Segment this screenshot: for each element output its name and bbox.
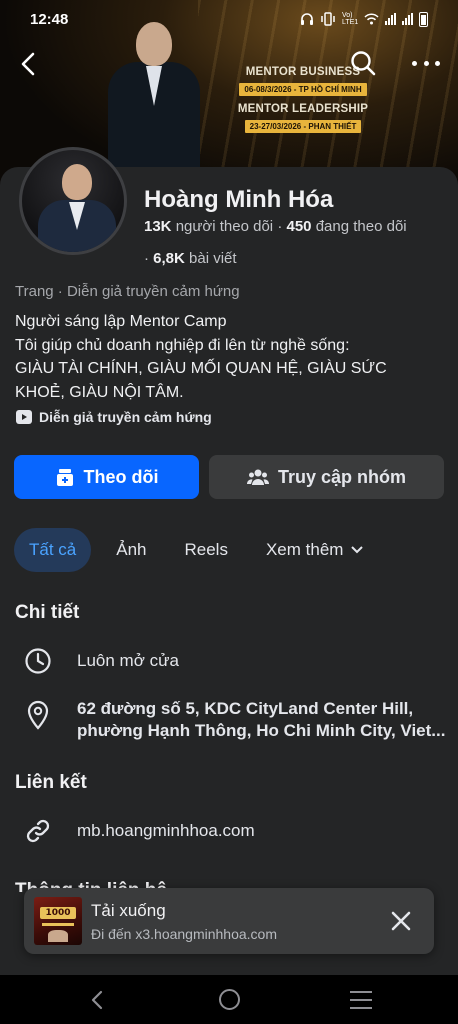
signal-icon bbox=[385, 13, 396, 25]
stats-separator: · bbox=[144, 250, 149, 267]
cover-event1-badge: 06-08/3/2026 - TP HỒ CHÍ MINH bbox=[239, 83, 367, 96]
posts-label: bài viết bbox=[189, 250, 237, 267]
status-time: 12:48 bbox=[30, 10, 69, 28]
download-toast[interactable]: 1000 Tải xuống Đi đến x3.hoangminhhoa.co… bbox=[24, 888, 434, 954]
posts-count: 6,8K bbox=[153, 250, 185, 267]
links-heading: Liên kết bbox=[15, 772, 87, 793]
address-line: phường Hạnh Thông, Ho Chi Minh City, Vie… bbox=[77, 721, 445, 740]
bio-line: GIÀU TÀI CHÍNH, GIÀU MỐI QUAN HỆ, GIÀU S… bbox=[15, 360, 387, 377]
follow-button-label: Theo dõi bbox=[83, 466, 159, 487]
profile-tabs: Tất cả Ảnh Reels Xem thêm bbox=[14, 528, 364, 572]
more-icon-dot bbox=[412, 60, 417, 66]
close-icon bbox=[391, 911, 411, 931]
back-button[interactable] bbox=[16, 50, 42, 78]
search-button[interactable] bbox=[350, 50, 376, 76]
stats-separator: · bbox=[277, 218, 283, 235]
profile-avatar[interactable] bbox=[19, 147, 127, 255]
close-button[interactable] bbox=[390, 910, 412, 932]
location-pin-icon bbox=[24, 700, 52, 730]
more-icon-dot bbox=[423, 60, 429, 66]
search-icon bbox=[351, 51, 376, 76]
follow-icon bbox=[56, 469, 73, 486]
wifi-icon bbox=[364, 13, 379, 25]
system-nav-bar bbox=[0, 975, 458, 1024]
download-thumbnail: 1000 bbox=[34, 897, 82, 945]
nav-home-button[interactable] bbox=[219, 989, 240, 1010]
chevron-down-icon bbox=[351, 546, 364, 554]
tab-all[interactable]: Tất cả bbox=[14, 528, 92, 572]
following-count[interactable]: 450 bbox=[287, 218, 312, 235]
clock-icon bbox=[24, 647, 52, 675]
visit-group-button[interactable]: Truy cập nhóm bbox=[209, 455, 444, 499]
visit-group-label: Truy cập nhóm bbox=[277, 466, 407, 487]
status-icons: Vo) LTE1 bbox=[300, 11, 428, 27]
address-line: 62 đường số 5, KDC CityLand Center Hill, bbox=[77, 699, 414, 718]
more-icon-dot bbox=[435, 60, 440, 66]
video-icon bbox=[16, 410, 32, 424]
toast-title: Tải xuống bbox=[91, 901, 166, 920]
back-icon bbox=[21, 52, 35, 76]
followers-count[interactable]: 13K bbox=[144, 218, 172, 235]
network-label: Vo) LTE1 bbox=[342, 12, 359, 26]
battery-icon bbox=[419, 11, 428, 27]
profile-bio: Người sáng lập Mentor Camp Tôi giúp chủ … bbox=[15, 310, 445, 404]
tab-reels[interactable]: Reels bbox=[185, 528, 228, 572]
cover-event2-badge: 23-27/03/2026 - PHAN THIẾT bbox=[244, 120, 362, 133]
following-label[interactable]: đang theo dõi bbox=[316, 218, 407, 235]
thumbnail-text: 1000 bbox=[40, 907, 76, 919]
group-icon bbox=[246, 469, 269, 485]
followers-label[interactable]: người theo dõi bbox=[176, 218, 273, 235]
cover-person-image bbox=[108, 22, 200, 172]
category-tag-label: Diễn giả truyền cảm hứng bbox=[39, 409, 212, 425]
link-icon bbox=[24, 817, 52, 845]
address-link[interactable]: 62 đường số 5, KDC CityLand Center Hill,… bbox=[77, 698, 445, 742]
nav-back-icon bbox=[91, 990, 103, 1010]
nav-back-button[interactable] bbox=[88, 989, 108, 1011]
follow-stats: 13K người theo dõi · 450 đang theo dõi bbox=[144, 218, 407, 235]
post-stats: · 6,8K bài viết bbox=[144, 250, 237, 267]
bio-line: KHOẺ, GIÀU NỘI TÂM. bbox=[15, 383, 184, 401]
follow-button[interactable]: Theo dõi bbox=[14, 455, 199, 499]
more-options-button[interactable] bbox=[412, 50, 440, 76]
signal-icon-2 bbox=[402, 13, 413, 25]
status-bar: 12:48 Vo) LTE1 bbox=[0, 0, 458, 38]
category-tag: Diễn giả truyền cảm hứng bbox=[15, 409, 212, 425]
page-category: Trang · Diễn giả truyền cảm hứng bbox=[15, 283, 240, 300]
bio-line: Tôi giúp chủ doanh nghiệp đi lên từ nghề… bbox=[15, 336, 350, 354]
headphones-icon bbox=[301, 13, 313, 25]
tab-photos[interactable]: Ảnh bbox=[116, 528, 146, 572]
nav-recents-button[interactable] bbox=[350, 991, 372, 1009]
profile-name: Hoàng Minh Hóa bbox=[144, 186, 334, 213]
cover-event-banner: MENTOR BUSINESS 06-08/3/2026 - TP HỒ CHÍ… bbox=[230, 66, 376, 140]
toast-subtitle: Đi đến x3.hoangminhhoa.com bbox=[91, 926, 278, 942]
opening-hours: Luôn mở cửa bbox=[77, 651, 179, 670]
tab-see-more[interactable]: Xem thêm bbox=[265, 528, 364, 572]
tab-see-more-label: Xem thêm bbox=[265, 540, 344, 559]
cover-event2-title: MENTOR LEADERSHIP bbox=[237, 103, 369, 115]
details-heading: Chi tiết bbox=[15, 602, 80, 623]
website-link[interactable]: mb.hoangminhhoa.com bbox=[77, 821, 255, 841]
bio-line: Người sáng lập Mentor Camp bbox=[15, 313, 227, 330]
vibrate-icon bbox=[321, 12, 335, 26]
